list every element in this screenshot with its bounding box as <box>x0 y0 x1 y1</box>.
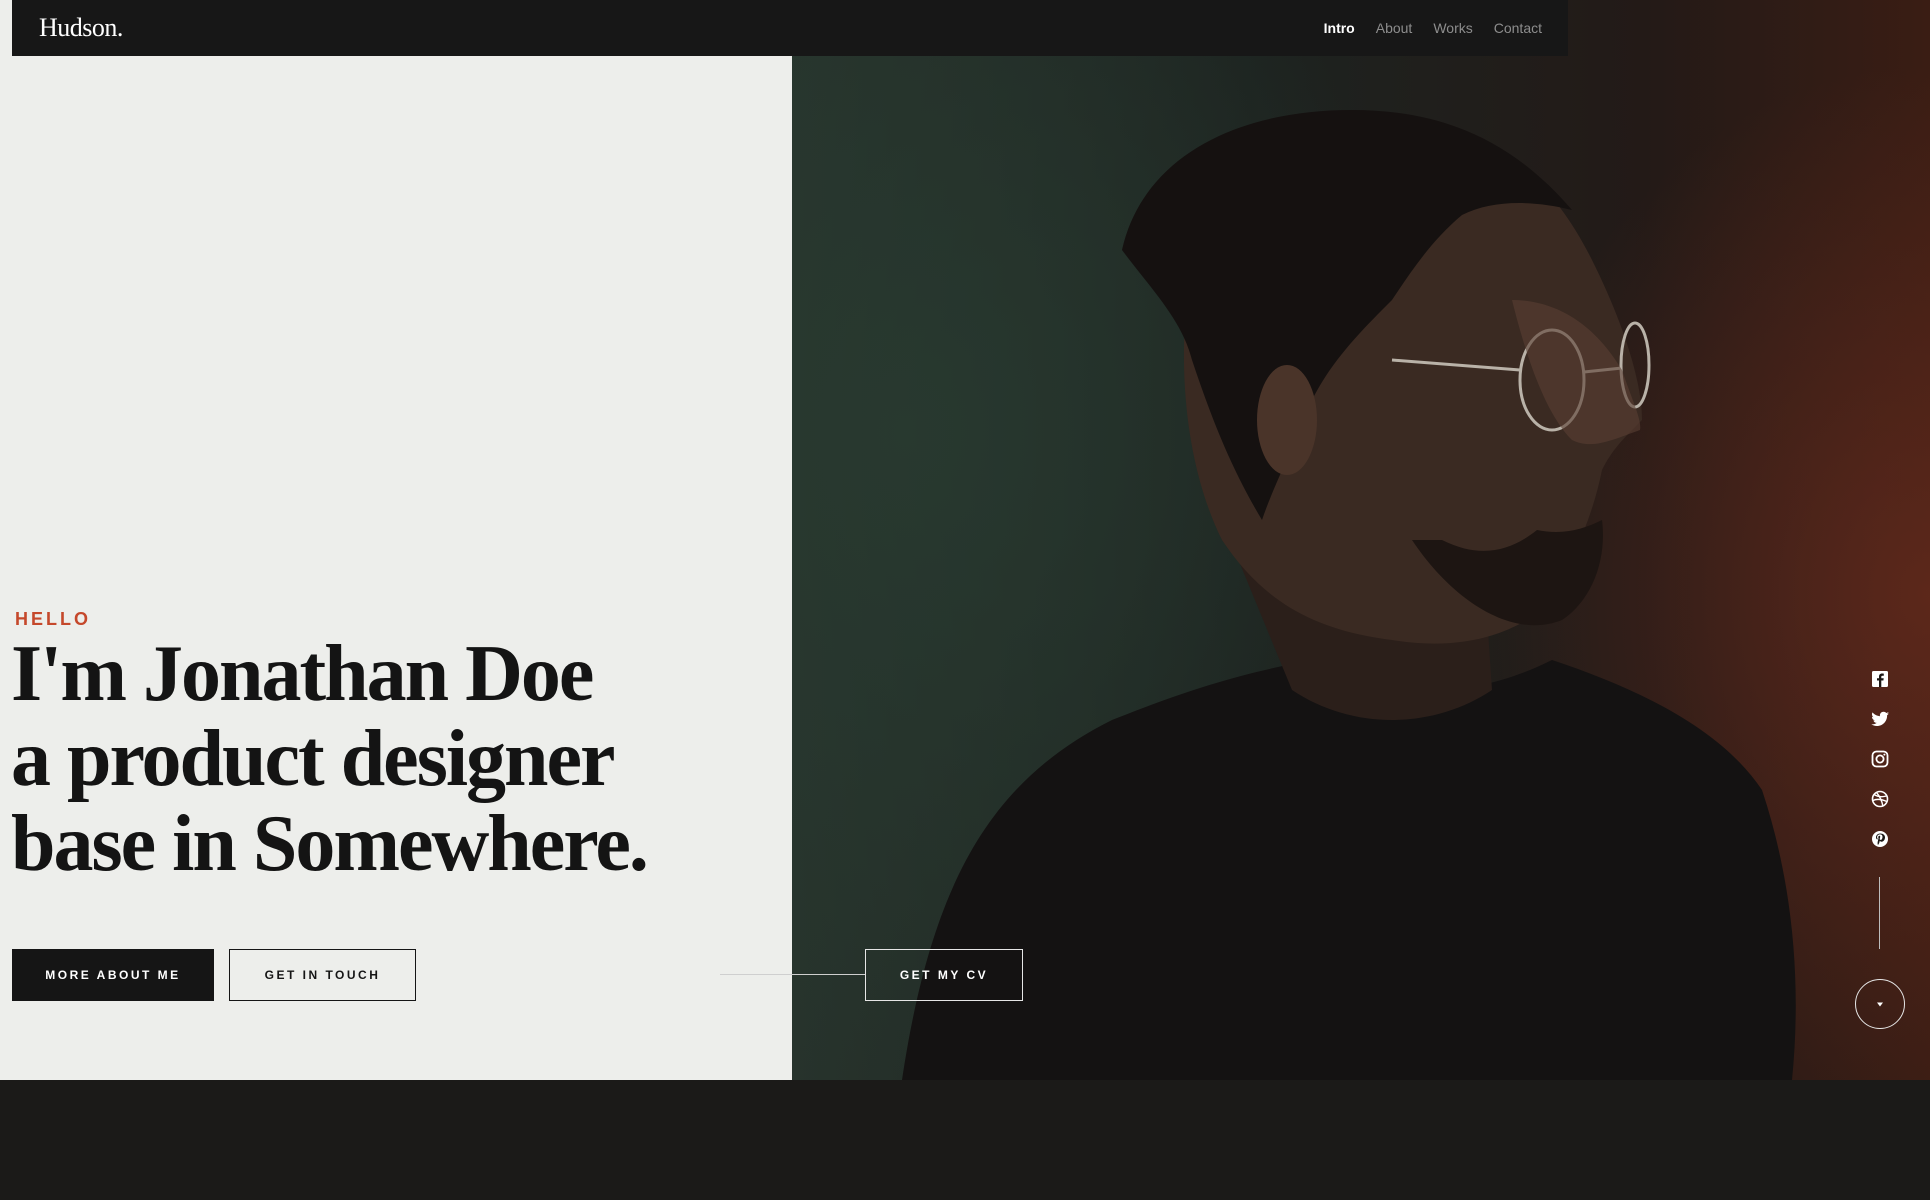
chevron-down-icon <box>1877 1002 1883 1007</box>
cv-connector-line <box>720 974 866 975</box>
nav-item-about[interactable]: About <box>1376 20 1413 36</box>
headline-line-1: I'm Jonathan Doe <box>11 630 594 718</box>
hero-headline: I'm Jonathan Doe a product designer base… <box>11 630 649 888</box>
social-links <box>1868 668 1892 850</box>
site-logo[interactable]: Hudson. <box>39 13 123 43</box>
pinterest-icon[interactable] <box>1869 828 1891 850</box>
get-my-cv-button[interactable]: GET MY CV <box>865 949 1023 1001</box>
bottom-dark-band <box>0 1080 1930 1200</box>
instagram-icon[interactable] <box>1869 748 1891 770</box>
nav-item-contact[interactable]: Contact <box>1494 20 1542 36</box>
nav-item-works[interactable]: Works <box>1433 20 1472 36</box>
main-nav: Intro About Works Contact <box>1324 20 1542 36</box>
more-about-me-button[interactable]: MORE ABOUT ME <box>12 949 214 1001</box>
portrait-illustration <box>902 110 1796 1080</box>
headline-line-3: base in Somewhere. <box>11 800 649 888</box>
headline-line-2: a product designer <box>11 715 616 803</box>
social-divider-line <box>1879 877 1880 949</box>
get-in-touch-button[interactable]: GET IN TOUCH <box>229 949 416 1001</box>
twitter-icon[interactable] <box>1869 708 1891 730</box>
scroll-down-button[interactable] <box>1855 979 1905 1029</box>
hero-portrait-photo <box>792 0 1930 1080</box>
nav-item-intro[interactable]: Intro <box>1324 20 1355 36</box>
hero-eyebrow: HELLO <box>15 609 91 629</box>
site-header: Hudson. Intro About Works Contact <box>12 0 1568 56</box>
hero-left-panel <box>0 0 792 1080</box>
dribbble-icon[interactable] <box>1869 788 1891 810</box>
facebook-icon[interactable] <box>1869 668 1891 690</box>
